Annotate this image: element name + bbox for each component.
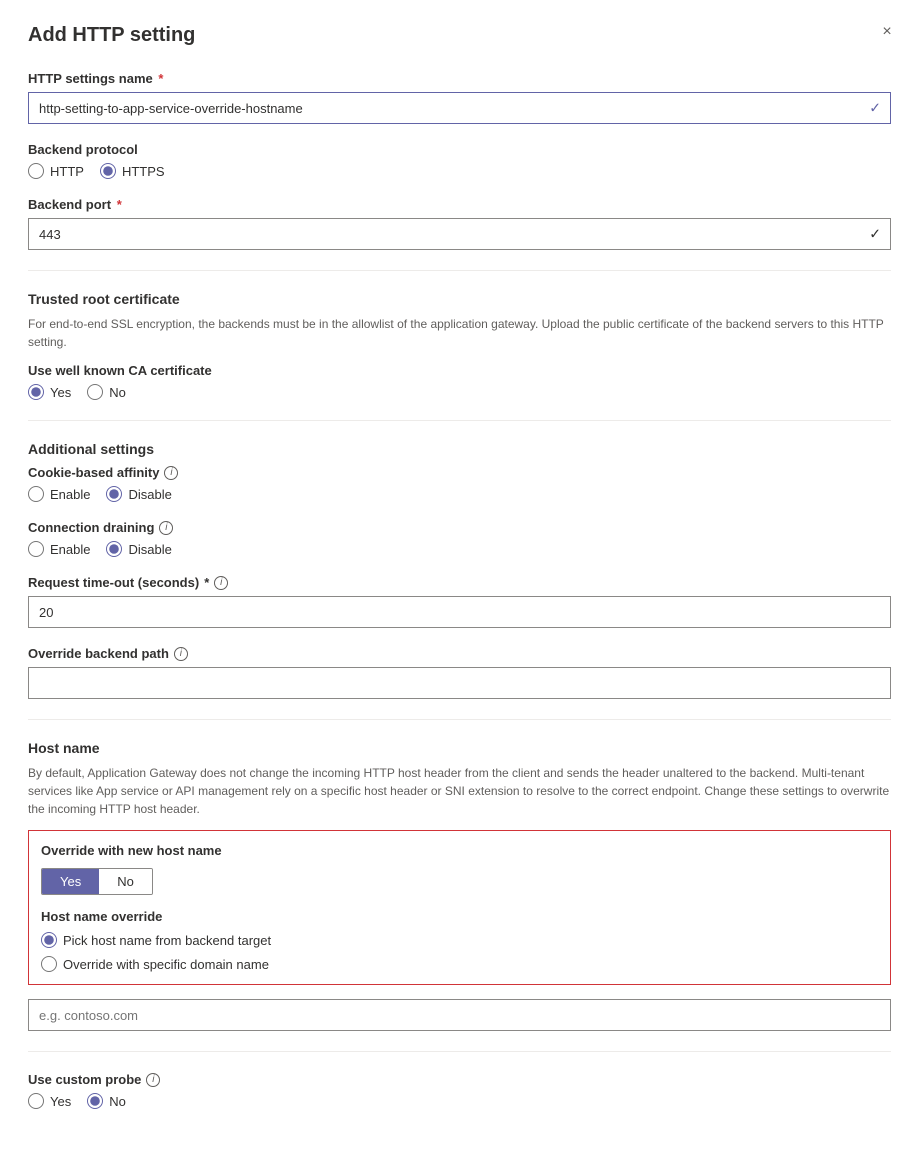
connection-draining-enable-option[interactable]: Enable: [28, 541, 90, 557]
override-backend-path-label-group: Override backend path i: [28, 646, 891, 661]
pick-host-name-option[interactable]: Pick host name from backend target: [41, 932, 878, 948]
override-backend-path-input[interactable]: [28, 667, 891, 699]
panel-title: Add HTTP setting: [28, 24, 891, 47]
pick-host-name-radio[interactable]: [41, 932, 57, 948]
host-name-override-radio-stack: Pick host name from backend target Overr…: [41, 932, 878, 972]
use-custom-probe-yes-radio[interactable]: [28, 1093, 44, 1109]
divider-3: [28, 719, 891, 720]
override-new-host-label: Override with new host name: [41, 843, 878, 858]
divider-1: [28, 270, 891, 271]
http-settings-name-input[interactable]: [28, 92, 891, 124]
use-well-known-ca-no-option[interactable]: No: [87, 384, 126, 400]
http-settings-name-input-wrapper: ✓: [28, 92, 891, 124]
backend-protocol-label: Backend protocol: [28, 142, 891, 157]
use-well-known-ca-label-group: Use well known CA certificate: [28, 363, 891, 378]
add-http-setting-panel: Add HTTP setting × HTTP settings name * …: [0, 0, 919, 1169]
request-timeout-input[interactable]: [28, 596, 891, 628]
backend-port-label: Backend port *: [28, 197, 891, 212]
use-well-known-ca-yes-radio[interactable]: [28, 384, 44, 400]
trusted-root-cert-desc: For end-to-end SSL encryption, the backe…: [28, 315, 891, 351]
cookie-affinity-enable-option[interactable]: Enable: [28, 486, 90, 502]
cookie-affinity-disable-radio[interactable]: [106, 486, 122, 502]
connection-draining-disable-radio[interactable]: [106, 541, 122, 557]
http-settings-name-label: HTTP settings name *: [28, 71, 891, 86]
host-name-override-group: Host name override Pick host name from b…: [41, 909, 878, 972]
backend-port-check-icon: ✓: [869, 226, 881, 243]
host-name-override-box: Override with new host name Yes No Host …: [28, 830, 891, 985]
host-name-desc: By default, Application Gateway does not…: [28, 764, 891, 818]
cookie-affinity-enable-radio[interactable]: [28, 486, 44, 502]
request-timeout-group: Request time-out (seconds) * i: [28, 575, 891, 628]
override-new-host-toggle[interactable]: Yes No: [41, 868, 153, 895]
backend-port-input[interactable]: [28, 218, 891, 250]
override-backend-path-info-icon[interactable]: i: [174, 647, 188, 661]
request-timeout-info-icon[interactable]: i: [214, 576, 228, 590]
request-timeout-label-group: Request time-out (seconds) * i: [28, 575, 891, 590]
backend-port-select-wrapper: ✓: [28, 218, 891, 250]
trusted-root-cert-title: Trusted root certificate: [28, 291, 891, 307]
close-button[interactable]: ×: [875, 20, 899, 44]
cookie-affinity-disable-option[interactable]: Disable: [106, 486, 171, 502]
backend-protocol-group: Backend protocol HTTP HTTPS: [28, 142, 891, 179]
divider-2: [28, 420, 891, 421]
cookie-affinity-group: Cookie-based affinity i Enable Disable: [28, 465, 891, 502]
use-custom-probe-group: Use custom probe i Yes No: [28, 1072, 891, 1109]
use-well-known-ca-yes-option[interactable]: Yes: [28, 384, 71, 400]
http-settings-name-group: HTTP settings name * ✓: [28, 71, 891, 124]
use-custom-probe-no-radio[interactable]: [87, 1093, 103, 1109]
override-backend-path-group: Override backend path i: [28, 646, 891, 699]
toggle-yes-button[interactable]: Yes: [42, 869, 99, 894]
host-name-section-title: Host name: [28, 740, 891, 756]
backend-protocol-http-radio[interactable]: [28, 163, 44, 179]
backend-protocol-radio-group: HTTP HTTPS: [28, 163, 891, 179]
domain-name-input[interactable]: [28, 999, 891, 1031]
cookie-affinity-info-icon[interactable]: i: [164, 466, 178, 480]
use-custom-probe-no-option[interactable]: No: [87, 1093, 126, 1109]
trusted-root-cert-section: Trusted root certificate For end-to-end …: [28, 291, 891, 400]
use-custom-probe-yes-option[interactable]: Yes: [28, 1093, 71, 1109]
connection-draining-disable-option[interactable]: Disable: [106, 541, 171, 557]
additional-settings-section: Additional settings Cookie-based affinit…: [28, 441, 891, 699]
host-name-section: Host name By default, Application Gatewa…: [28, 740, 891, 1031]
additional-settings-title: Additional settings: [28, 441, 891, 457]
use-well-known-ca-no-radio[interactable]: [87, 384, 103, 400]
connection-draining-label-group: Connection draining i: [28, 520, 891, 535]
toggle-no-button[interactable]: No: [99, 869, 152, 894]
check-icon: ✓: [869, 100, 881, 117]
connection-draining-info-icon[interactable]: i: [159, 521, 173, 535]
use-custom-probe-label-group: Use custom probe i: [28, 1072, 891, 1087]
connection-draining-group: Connection draining i Enable Disable: [28, 520, 891, 557]
backend-protocol-https-radio[interactable]: [100, 163, 116, 179]
connection-draining-enable-radio[interactable]: [28, 541, 44, 557]
backend-port-group: Backend port * ✓: [28, 197, 891, 250]
use-custom-probe-info-icon[interactable]: i: [146, 1073, 160, 1087]
use-custom-probe-radio-group: Yes No: [28, 1093, 891, 1109]
use-well-known-ca-radio-group: Yes No: [28, 384, 891, 400]
host-name-override-label: Host name override: [41, 909, 878, 924]
backend-protocol-https-option[interactable]: HTTPS: [100, 163, 165, 179]
backend-protocol-http-option[interactable]: HTTP: [28, 163, 84, 179]
connection-draining-radio-group: Enable Disable: [28, 541, 891, 557]
divider-4: [28, 1051, 891, 1052]
cookie-affinity-label-group: Cookie-based affinity i: [28, 465, 891, 480]
domain-name-input-group: [28, 999, 891, 1031]
override-specific-domain-radio[interactable]: [41, 956, 57, 972]
cookie-affinity-radio-group: Enable Disable: [28, 486, 891, 502]
override-specific-domain-option[interactable]: Override with specific domain name: [41, 956, 878, 972]
